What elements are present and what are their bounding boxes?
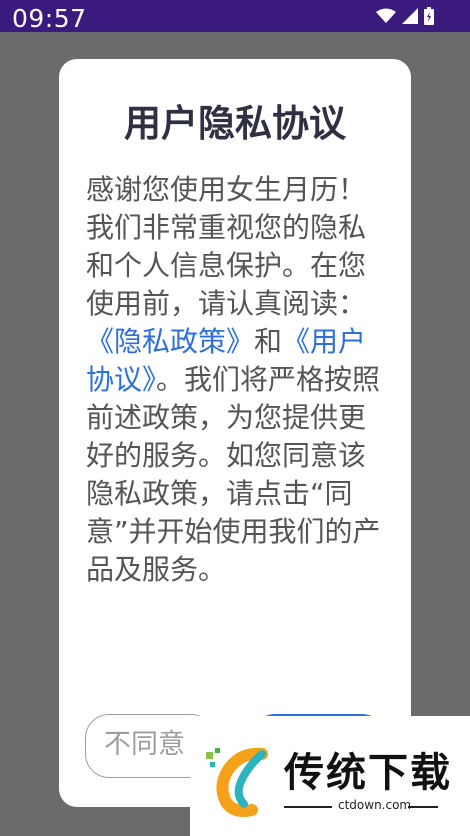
- dialog-body: 感谢您使用女生月历！ 我们非常重视您的隐私和个人信息保护。在您使用前，请认真阅读…: [86, 171, 386, 589]
- privacy-policy-link[interactable]: 《隐私政策》: [86, 325, 254, 358]
- signal-icon: [402, 8, 418, 24]
- body-text-2: 。我们将严格按照前述政策，为您提供更好的服务。如您同意该隐私政策，请点击“同意”…: [86, 363, 381, 586]
- watermark-line-left: [284, 806, 332, 808]
- privacy-dialog: 用户隐私协议 感谢您使用女生月历！ 我们非常重视您的隐私和个人信息保护。在您使用…: [59, 59, 411, 807]
- battery-icon: [424, 7, 434, 25]
- status-bar: 09:57: [0, 0, 470, 33]
- wifi-icon: [376, 8, 396, 23]
- dialog-title: 用户隐私协议: [124, 102, 346, 145]
- intro-text: 感谢您使用女生月历！: [86, 173, 367, 206]
- body-text-1: 我们非常重视您的隐私和个人信息保护。在您使用前，请认真阅读：: [86, 211, 367, 320]
- watermark-title: 传统下载: [284, 750, 452, 796]
- watermark-overlay: 传统下载 ctdown.com: [190, 716, 470, 836]
- watermark-logo-icon: [206, 747, 268, 817]
- watermark-line-right: [408, 806, 438, 808]
- watermark-domain: ctdown.com: [338, 798, 412, 812]
- and-text: 和: [254, 325, 283, 358]
- status-icons: [376, 7, 434, 25]
- status-time: 09:57: [12, 4, 87, 33]
